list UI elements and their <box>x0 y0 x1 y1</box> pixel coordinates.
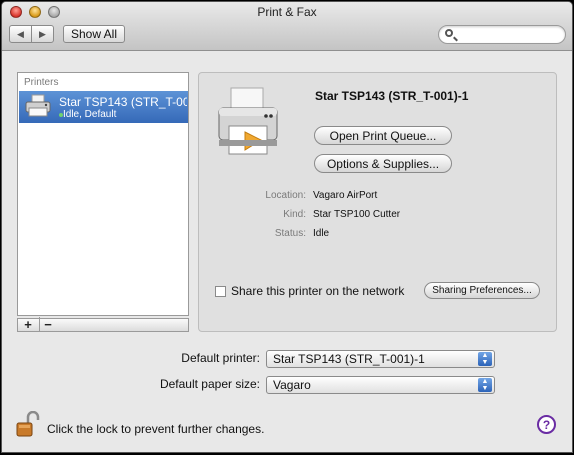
window-title: Print & Fax <box>257 5 317 19</box>
open-print-queue-button[interactable]: Open Print Queue... <box>314 126 452 145</box>
large-printer-icon <box>218 87 278 155</box>
default-paper-size-label: Default paper size: <box>159 377 260 391</box>
share-printer-option[interactable]: Share this printer on the network <box>215 284 404 298</box>
status-label: Status: <box>274 228 306 239</box>
default-printer-label: Default printer: <box>181 351 260 365</box>
share-printer-label: Share this printer on the network <box>231 284 405 298</box>
printer-name-heading: Star TSP143 (STR_T-001)-1 <box>315 89 469 103</box>
search-field[interactable] <box>438 25 566 44</box>
share-printer-checkbox[interactable] <box>215 286 226 297</box>
popup-arrows-icon: ▲ ▼ <box>478 378 492 392</box>
kind-value: Star TSP100 Cutter <box>313 209 401 220</box>
location-value: Vagaro AirPort <box>313 190 378 201</box>
printer-list-item[interactable]: Star TSP143 (STR_T-001)-1 Idle, Default <box>19 91 188 123</box>
default-printer-value: Star TSP143 (STR_T-001)-1 <box>273 352 425 366</box>
title-bar: Print & Fax ◀ ▶ Show All <box>2 2 572 51</box>
forward-arrow-icon: ▶ <box>39 28 46 39</box>
back-button[interactable]: ◀ <box>10 26 31 42</box>
search-icon <box>445 29 453 37</box>
kind-label: Kind: <box>283 209 306 220</box>
status-value: Idle <box>313 228 330 239</box>
default-paper-size-value: Vagaro <box>273 378 311 392</box>
add-remove-bar: + − <box>17 317 189 332</box>
printer-details-panel: Star TSP143 (STR_T-001)-1 Open Print Que… <box>198 72 557 332</box>
help-button[interactable]: ? <box>537 415 556 434</box>
printers-list-header: Printers <box>24 77 59 88</box>
options-supplies-button[interactable]: Options & Supplies... <box>314 154 452 173</box>
printer-list-item-name: Star TSP143 (STR_T-001)-1 <box>59 95 187 109</box>
add-printer-button[interactable]: + <box>20 317 36 332</box>
location-label: Location: <box>265 190 306 201</box>
print-fax-window: Print & Fax ◀ ▶ Show All Printers Star T… <box>1 1 573 453</box>
forward-button[interactable]: ▶ <box>31 26 53 42</box>
popup-arrows-icon: ▲ ▼ <box>478 352 492 366</box>
printer-list-item-status: Idle, Default <box>63 109 117 120</box>
printers-list[interactable]: Printers Star TSP143 (STR_T-001)-1 Idle,… <box>17 72 189 316</box>
sharing-preferences-button[interactable]: Sharing Preferences... <box>424 282 540 299</box>
show-all-button[interactable]: Show All <box>63 25 125 43</box>
printer-icon <box>25 94 51 117</box>
nav-button-group: ◀ ▶ <box>9 25 54 43</box>
default-paper-size-popup[interactable]: Vagaro ▲ ▼ <box>266 376 495 394</box>
lock-message: Click the lock to prevent further change… <box>47 422 265 436</box>
remove-printer-button[interactable]: − <box>39 317 56 332</box>
default-printer-popup[interactable]: Star TSP143 (STR_T-001)-1 ▲ ▼ <box>266 350 495 368</box>
lock-icon[interactable] <box>16 411 40 437</box>
back-arrow-icon: ◀ <box>17 28 24 39</box>
